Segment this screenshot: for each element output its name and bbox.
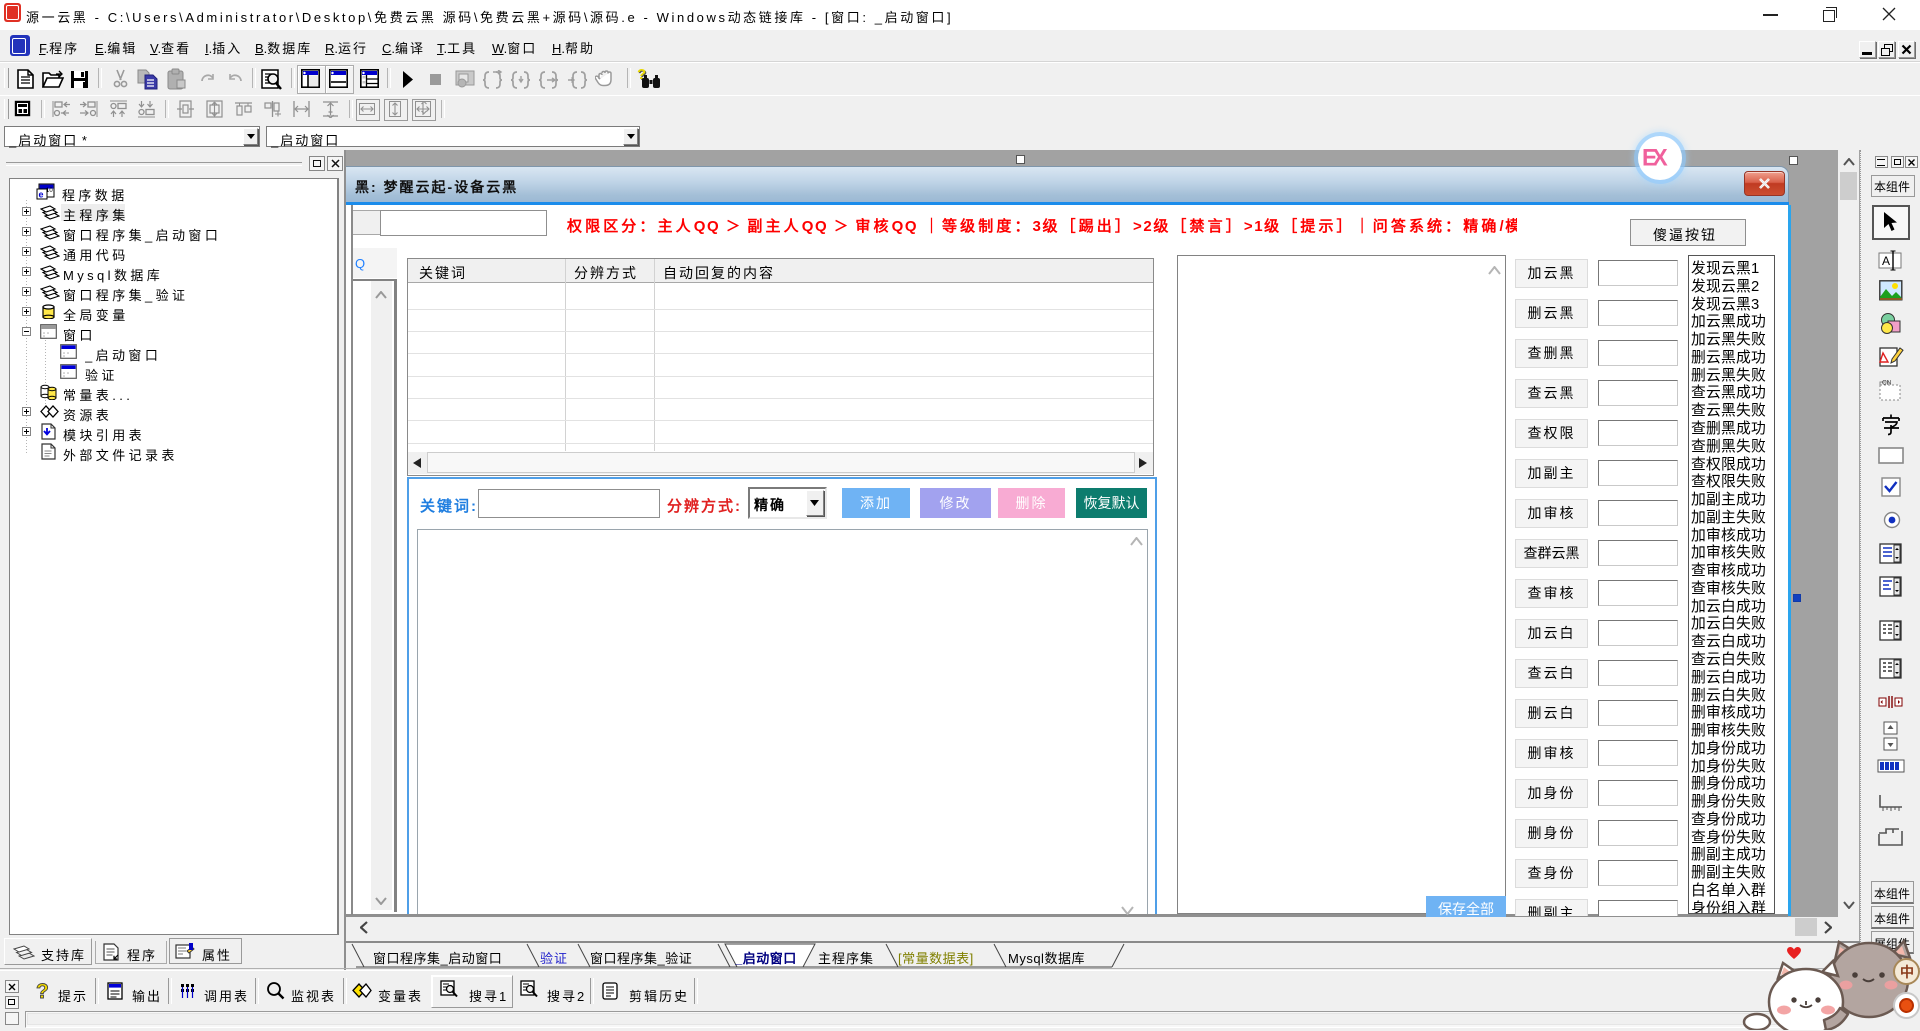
svg-text:A: A [1882, 254, 1890, 268]
svg-text:?: ? [36, 980, 49, 1003]
svg-text:CN: CN [1882, 380, 1892, 387]
svg-text:10: 10 [46, 188, 53, 194]
svg-text:e: e [39, 190, 44, 200]
